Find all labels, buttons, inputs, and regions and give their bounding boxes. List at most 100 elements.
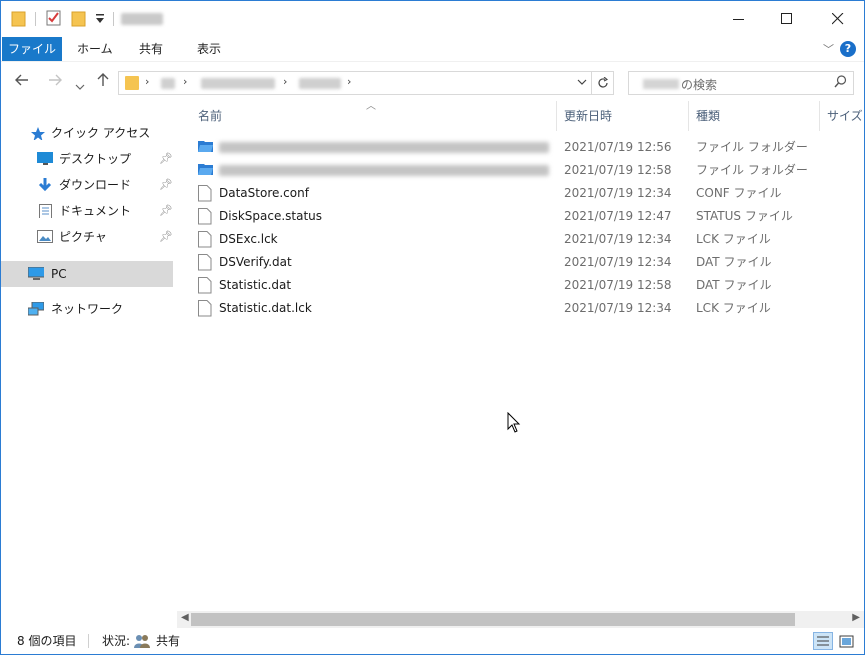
download-icon bbox=[38, 178, 52, 192]
file-name: Statistic.dat.lck bbox=[219, 301, 312, 315]
maximize-button[interactable] bbox=[764, 1, 810, 37]
folder-icon[interactable] bbox=[11, 9, 27, 27]
table-row[interactable]: Statistic.dat.lck 2021/07/19 12:34 LCK フ… bbox=[194, 297, 854, 320]
search-icon[interactable] bbox=[834, 75, 847, 88]
pin-icon[interactable]: 📌︎ bbox=[159, 147, 173, 171]
file-date: 2021/07/19 12:34 bbox=[564, 255, 672, 269]
chevron-right-icon[interactable]: › bbox=[283, 75, 287, 88]
column-date[interactable]: 更新日時 bbox=[557, 101, 612, 131]
file-date: 2021/07/19 12:47 bbox=[564, 209, 672, 223]
table-row[interactable]: DataStore.conf 2021/07/19 12:34 CONF ファイ… bbox=[194, 182, 854, 205]
help-icon[interactable]: ? bbox=[840, 41, 856, 57]
document-icon bbox=[39, 204, 52, 218]
customize-toolbar-icon[interactable] bbox=[95, 13, 105, 25]
column-name[interactable]: 名前 bbox=[191, 101, 222, 131]
sidebar-item-label: ダウンロード bbox=[59, 178, 132, 192]
column-header-row: ︿ 名前 更新日時 種類 サイズ bbox=[177, 101, 864, 131]
scroll-right-icon[interactable]: ▶︎ bbox=[852, 612, 860, 623]
table-row[interactable]: 2021/07/19 12:56 ファイル フォルダー bbox=[194, 136, 854, 159]
breadcrumb-redacted[interactable] bbox=[161, 78, 175, 89]
file-type: ファイル フォルダー bbox=[696, 140, 808, 154]
file-name-redacted bbox=[219, 142, 549, 153]
refresh-icon bbox=[597, 76, 608, 88]
file-date: 2021/07/19 12:58 bbox=[564, 278, 672, 292]
file-name-redacted bbox=[219, 165, 549, 176]
breadcrumb-redacted[interactable] bbox=[299, 78, 341, 89]
sidebar-item-pictures[interactable]: ピクチャ 📌︎ bbox=[1, 225, 173, 249]
maximize-icon bbox=[781, 13, 792, 24]
table-row[interactable]: DSExc.lck 2021/07/19 12:34 LCK ファイル bbox=[194, 228, 854, 251]
sidebar-item-pc[interactable]: PC bbox=[1, 261, 173, 287]
sort-ascending-icon: ︿ bbox=[366, 101, 376, 112]
ribbon-tabs: ファイル ホーム 共有 表示 ﹀ ? bbox=[1, 37, 864, 61]
status-divider bbox=[88, 634, 89, 648]
folder-icon bbox=[125, 76, 139, 90]
file-date: 2021/07/19 12:34 bbox=[564, 186, 672, 200]
chevron-right-icon[interactable]: › bbox=[347, 75, 351, 88]
properties-icon[interactable] bbox=[45, 9, 63, 27]
file-date: 2021/07/19 12:56 bbox=[564, 140, 672, 154]
file-icon bbox=[198, 277, 212, 294]
file-date: 2021/07/19 12:34 bbox=[564, 301, 672, 315]
file-name: DataStore.conf bbox=[219, 186, 309, 200]
close-icon bbox=[832, 13, 844, 25]
column-type[interactable]: 種類 bbox=[689, 101, 720, 131]
table-row[interactable]: DSVerify.dat 2021/07/19 12:34 DAT ファイル bbox=[194, 251, 854, 274]
back-button[interactable] bbox=[14, 72, 30, 92]
address-bar[interactable]: › › › › bbox=[118, 71, 614, 95]
sidebar-item-quick-access[interactable]: クイック アクセス bbox=[1, 121, 173, 145]
large-icons-view-button[interactable] bbox=[837, 632, 857, 650]
chevron-right-icon[interactable]: › bbox=[183, 75, 187, 88]
picture-icon bbox=[37, 230, 53, 243]
scrollbar-thumb[interactable] bbox=[191, 613, 795, 626]
table-row[interactable]: 2021/07/19 12:58 ファイル フォルダー bbox=[194, 159, 854, 182]
details-view-button[interactable] bbox=[813, 632, 833, 650]
file-list: ︿ 名前 更新日時 種類 サイズ 2021/07/19 12:56 ファイル フ… bbox=[177, 101, 864, 611]
tab-share[interactable]: 共有 bbox=[127, 37, 175, 61]
refresh-button[interactable] bbox=[591, 72, 613, 94]
chevron-right-icon[interactable]: › bbox=[145, 75, 149, 88]
breadcrumb-redacted[interactable] bbox=[201, 78, 275, 89]
file-type: DAT ファイル bbox=[696, 278, 772, 292]
pin-icon[interactable]: 📌︎ bbox=[159, 173, 173, 197]
close-button[interactable] bbox=[815, 1, 861, 37]
recent-locations-button[interactable] bbox=[75, 76, 85, 95]
tab-home[interactable]: ホーム bbox=[65, 37, 125, 61]
large-icons-view-icon bbox=[839, 635, 854, 648]
tab-file[interactable]: ファイル bbox=[2, 37, 62, 61]
expand-ribbon-icon[interactable]: ﹀ bbox=[823, 41, 834, 57]
sidebar-item-downloads[interactable]: ダウンロード 📌︎ bbox=[1, 173, 173, 197]
file-icon bbox=[198, 185, 212, 202]
file-name: DiskSpace.status bbox=[219, 209, 323, 223]
horizontal-scrollbar[interactable]: ◀︎ ▶︎ bbox=[177, 611, 864, 628]
details-view-icon bbox=[817, 636, 829, 646]
network-icon bbox=[28, 302, 44, 316]
share-state-label: 状況: bbox=[102, 634, 131, 648]
sidebar-item-documents[interactable]: ドキュメント 📌︎ bbox=[1, 199, 173, 223]
explorer-window: ファイル ホーム 共有 表示 ﹀ ? › › › › の検索 クイック アクセス… bbox=[0, 0, 865, 655]
sidebar-item-label: ピクチャ bbox=[59, 230, 107, 244]
file-type: STATUS ファイル bbox=[696, 209, 793, 223]
address-history-button[interactable] bbox=[577, 74, 587, 93]
forward-button[interactable] bbox=[47, 72, 63, 92]
minimize-button[interactable] bbox=[716, 1, 762, 37]
search-input[interactable]: の検索 bbox=[628, 71, 854, 95]
tab-view[interactable]: 表示 bbox=[185, 37, 233, 61]
pin-icon[interactable]: 📌︎ bbox=[159, 199, 173, 223]
new-folder-icon[interactable] bbox=[71, 9, 87, 27]
table-row[interactable]: DiskSpace.status 2021/07/19 12:47 STATUS… bbox=[194, 205, 854, 228]
column-size[interactable]: サイズ bbox=[820, 101, 863, 131]
mouse-cursor-icon bbox=[507, 412, 521, 433]
table-row[interactable]: Statistic.dat 2021/07/19 12:58 DAT ファイル bbox=[194, 274, 854, 297]
pin-icon[interactable]: 📌︎ bbox=[159, 225, 173, 249]
desktop-icon bbox=[37, 152, 53, 165]
scroll-left-icon[interactable]: ◀︎ bbox=[181, 612, 189, 623]
file-type: LCK ファイル bbox=[696, 301, 771, 315]
toolbar-divider bbox=[113, 12, 114, 26]
sidebar-item-desktop[interactable]: デスクトップ 📌︎ bbox=[1, 147, 173, 171]
file-name: Statistic.dat bbox=[219, 278, 292, 292]
file-icon bbox=[198, 208, 212, 225]
sidebar-item-network[interactable]: ネットワーク bbox=[1, 297, 173, 321]
navigation-pane: クイック アクセス デスクトップ 📌︎ ダウンロード 📌︎ ドキュメント 📌︎ bbox=[1, 101, 177, 625]
up-button[interactable] bbox=[95, 72, 111, 92]
